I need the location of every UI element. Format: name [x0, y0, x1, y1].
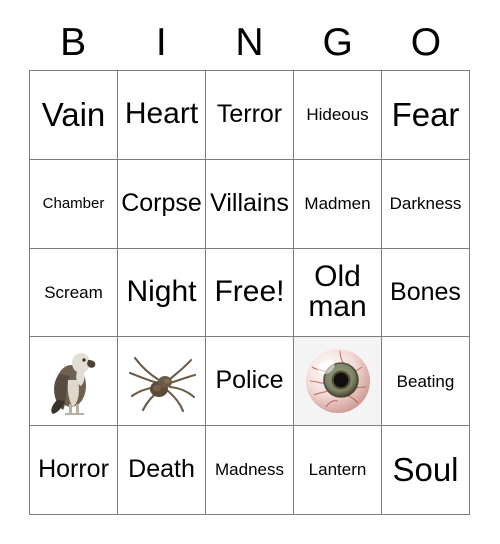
- bingo-cell-night[interactable]: Night: [118, 248, 206, 338]
- bingo-header-row: B I N G O: [29, 14, 470, 70]
- bingo-cell-corpse[interactable]: Corpse: [118, 159, 206, 249]
- bingo-cell-bones[interactable]: Bones: [382, 248, 470, 338]
- bingo-cell-police[interactable]: Police: [206, 337, 294, 427]
- bingo-cell-label: Madness: [215, 460, 284, 480]
- header-letter-b: B: [60, 20, 87, 64]
- bingo-cell-soul[interactable]: Soul: [382, 426, 470, 515]
- bingo-cell-madness[interactable]: Madness: [206, 426, 294, 515]
- spider-icon: [128, 357, 196, 413]
- bingo-cell-lantern[interactable]: Lantern: [294, 426, 382, 515]
- bingo-cell-label: Villains: [210, 188, 289, 217]
- spider-photo: [118, 337, 205, 425]
- bingo-cell-chamber[interactable]: Chamber: [30, 159, 118, 249]
- bingo-cell-label: Darkness: [389, 193, 462, 213]
- vulture-photo: [30, 337, 117, 425]
- bingo-cell-label: Old man: [308, 259, 367, 324]
- header-letter-g: G: [322, 20, 353, 64]
- bingo-cell-label: Night: [126, 275, 197, 309]
- bingo-cell-label: Chamber: [42, 194, 105, 212]
- bingo-cell-beating[interactable]: Beating: [382, 337, 470, 427]
- bingo-cell-darkness[interactable]: Darkness: [382, 159, 470, 249]
- bingo-cell-label: Horror: [38, 455, 109, 484]
- eyeball-photo: [294, 337, 381, 425]
- bingo-card: B I N G O Vain Heart Terror Hideous Fear Cham…: [0, 0, 500, 544]
- header-letter-i: I: [155, 20, 167, 64]
- bingo-cell-vain[interactable]: Vain: [30, 71, 118, 160]
- bingo-cell-old-man[interactable]: Old man: [294, 248, 382, 338]
- bingo-cell-label: Lantern: [308, 460, 367, 480]
- bingo-cell-free-[interactable]: Free!: [206, 248, 294, 338]
- bingo-cell-spider-photo[interactable]: [118, 337, 206, 427]
- bingo-cell-label: Beating: [396, 371, 455, 391]
- bingo-cell-horror[interactable]: Horror: [30, 426, 118, 515]
- bingo-cell-fear[interactable]: Fear: [382, 71, 470, 160]
- bingo-cell-label: Free!: [214, 275, 285, 309]
- bingo-cell-death[interactable]: Death: [118, 426, 206, 515]
- bingo-cell-villains[interactable]: Villains: [206, 159, 294, 249]
- bingo-cell-hideous[interactable]: Hideous: [294, 71, 382, 160]
- bingo-cell-label: Terror: [216, 100, 283, 129]
- vulture-icon: [50, 353, 95, 416]
- bingo-cell-label: Death: [128, 455, 195, 484]
- bingo-cell-scream[interactable]: Scream: [30, 248, 118, 338]
- bingo-cell-label: Scream: [44, 282, 103, 302]
- eyeball-icon: [305, 349, 370, 414]
- bingo-cell-label: Fear: [391, 95, 460, 133]
- bingo-cell-label: Vain: [41, 95, 106, 133]
- bingo-cell-madmen[interactable]: Madmen: [294, 159, 382, 249]
- bingo-cell-vulture-photo[interactable]: [30, 337, 118, 427]
- bingo-cell-label: Bones: [390, 277, 461, 306]
- bingo-cell-label: Hideous: [306, 105, 369, 125]
- bingo-cell-terror[interactable]: Terror: [206, 71, 294, 160]
- bingo-grid: Vain Heart Terror Hideous Fear Chamber Corpse V…: [29, 70, 470, 515]
- header-letter-n: N: [235, 20, 264, 64]
- bingo-cell-label: Corpse: [121, 188, 202, 217]
- header-letter-o: O: [410, 20, 442, 64]
- bingo-cell-eyeball-photo[interactable]: [294, 337, 382, 427]
- bingo-cell-label: Heart: [124, 97, 199, 131]
- bingo-cell-label: Soul: [392, 451, 459, 489]
- bingo-cell-label: Police: [215, 366, 284, 395]
- bingo-cell-label: Madmen: [304, 193, 371, 213]
- bingo-cell-heart[interactable]: Heart: [118, 71, 206, 160]
